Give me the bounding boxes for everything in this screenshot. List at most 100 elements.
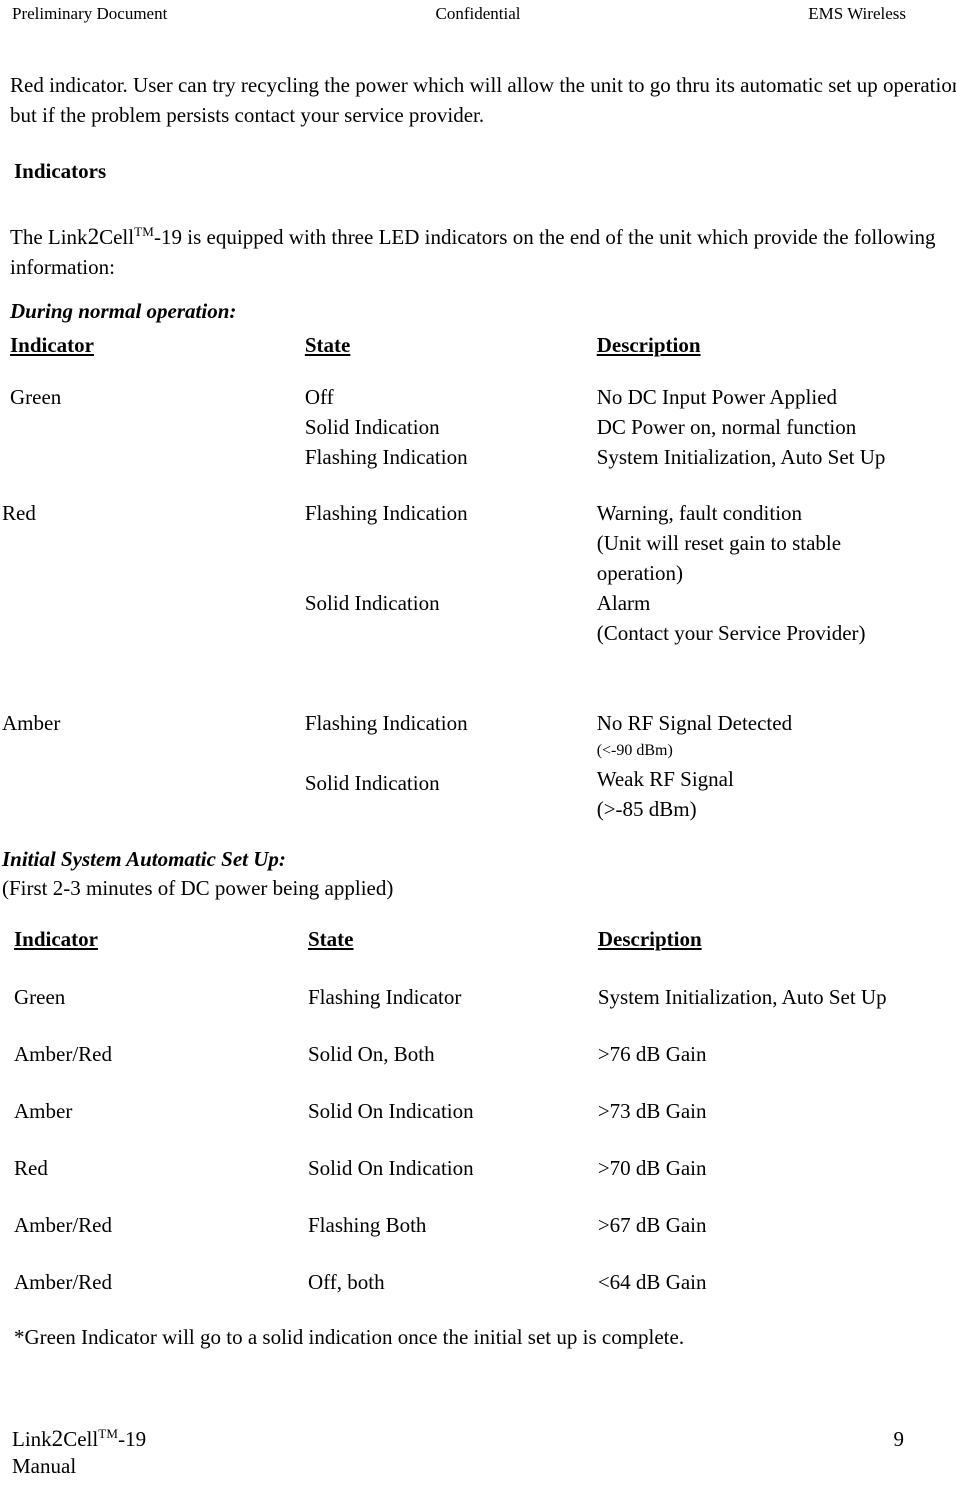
cell-indicator: Red — [2, 501, 36, 525]
cell-description: >73 dB Gain — [597, 1099, 707, 1123]
column-header-description: Description — [596, 333, 701, 357]
indicators-heading: Indicators — [14, 159, 107, 183]
running-header: Preliminary Document Confidential EMS Wi… — [0, 2, 956, 30]
table-row: Amber/Red Flashing Both >67 dB Gain — [0, 1210, 956, 1240]
state-line — [305, 528, 597, 558]
section2-subtitle: (First 2-3 minutes of DC power being app… — [2, 876, 394, 900]
intro-paragraph: Red indicator. User can try recycling th… — [10, 73, 956, 127]
cell-state: Flashing Indication Solid Indication — [305, 708, 597, 828]
state-line: Solid Indication — [304, 591, 440, 615]
equipped-paragraph: The Link2CellTM-19 is equipped with thre… — [10, 217, 956, 282]
table-spacer-row — [0, 1012, 956, 1039]
normal-operation-table: Indicator State Description Green Off So… — [0, 330, 956, 828]
trademark-symbol: TM — [134, 224, 155, 239]
initial-setup-table: Indicator State Description Green Flashi… — [0, 924, 956, 1297]
footer-product-post: -19 — [118, 1427, 147, 1451]
description-line: Weak RF Signal — [596, 767, 734, 791]
state-line: Off — [304, 385, 334, 409]
cell-indicator: Amber — [2, 711, 61, 735]
footer-manual-label: Manual — [12, 1454, 77, 1478]
state-line — [305, 798, 597, 828]
cell-state: Off, both — [307, 1270, 385, 1294]
cell-indicator: Amber — [14, 1099, 73, 1123]
state-line: Solid Indication — [304, 771, 440, 795]
cell-state: Solid On, Both — [307, 1042, 435, 1066]
cell-description: >70 dB Gain — [597, 1156, 707, 1180]
table-row: Green Flashing Indicator System Initiali… — [0, 982, 956, 1012]
table-spacer-row — [0, 1183, 956, 1210]
cell-description: >67 dB Gain — [597, 1213, 707, 1237]
cell-description: >76 dB Gain — [597, 1042, 707, 1066]
column-header-state: State — [304, 333, 351, 357]
section2-title: Initial System Automatic Set Up: — [2, 847, 286, 871]
cell-indicator: Green — [14, 985, 66, 1009]
table-row: Amber/Red Off, both <64 dB Gain — [0, 1267, 956, 1297]
table-spacer-row — [0, 1240, 956, 1267]
description-line: No DC Input Power Applied — [596, 385, 838, 409]
page-number: 9 — [893, 1427, 905, 1451]
state-line — [305, 558, 597, 588]
table-row: Red Solid On Indication >70 dB Gain — [0, 1153, 956, 1183]
section2-title-block: Initial System Automatic Set Up: (First … — [0, 845, 956, 903]
footnote-text: *Green Indicator will go to a solid indi… — [14, 1325, 685, 1349]
table-spacer-row — [0, 472, 956, 498]
cell-state: Flashing Indicator — [307, 985, 462, 1009]
state-line — [305, 738, 597, 768]
state-line — [305, 618, 597, 648]
indicators-heading-block: Indicators — [0, 157, 956, 185]
cell-indicator: Amber/Red — [14, 1270, 112, 1294]
column-header-indicator: Indicator — [14, 927, 98, 951]
column-header-state: State — [307, 927, 354, 951]
footer-product-line: Link2CellTM-19 Manual — [12, 1420, 146, 1480]
table-spacer-row — [0, 1069, 956, 1096]
cell-description: System Initialization, Auto Set Up — [597, 985, 887, 1009]
description-line: Alarm — [596, 591, 651, 615]
table-spacer-row — [0, 954, 956, 982]
table-row: Red Flashing Indication Solid Indication… — [0, 498, 956, 648]
state-line: Solid Indication — [304, 415, 440, 439]
equipped-two: 2 — [87, 223, 100, 249]
state-line: Flashing Indication — [304, 445, 468, 469]
cell-description: No RF Signal Detected (<-90 dBm) Weak RF… — [597, 708, 956, 828]
description-line: (Contact your Service Provider) — [596, 621, 866, 645]
column-header-indicator: Indicator — [10, 333, 94, 357]
footnote-block: *Green Indicator will go to a solid indi… — [0, 1322, 956, 1352]
description-line: Warning, fault condition — [596, 501, 803, 525]
footer-product-two: 2 — [51, 1425, 64, 1451]
cell-state: Solid On Indication — [307, 1099, 474, 1123]
equipped-cell: Cell — [99, 225, 135, 249]
description-line-small: (<-90 dBm) — [596, 742, 673, 759]
header-right-text: EMS Wireless — [808, 4, 906, 23]
description-line: operation) — [596, 561, 683, 585]
cell-state: Solid On Indication — [307, 1156, 474, 1180]
cell-description: <64 dB Gain — [597, 1270, 707, 1294]
cell-state: Off Solid Indication Flashing Indication — [305, 382, 597, 472]
table-spacer-row — [0, 1126, 956, 1153]
cell-indicator: Green — [10, 385, 62, 409]
description-line: DC Power on, normal function — [596, 415, 857, 439]
intro-paragraph-block: Red indicator. User can try recycling th… — [0, 70, 956, 130]
footer-product-cell: Cell — [63, 1427, 99, 1451]
table-spacer-row — [0, 360, 956, 382]
table-header-row: Indicator State Description — [0, 924, 956, 954]
trademark-symbol: TM — [98, 1426, 119, 1441]
description-line: (Unit will reset gain to stable — [596, 531, 842, 555]
table-header-row: Indicator State Description — [0, 330, 956, 360]
section1-title-block: During normal operation: — [0, 297, 956, 325]
column-header-description: Description — [597, 927, 702, 951]
equipped-pre: The Link — [10, 225, 88, 249]
footer-product-pre: Link — [12, 1427, 52, 1451]
table-row: Amber Flashing Indication Solid Indicati… — [0, 708, 956, 828]
equipped-paragraph-block: The Link2CellTM-19 is equipped with thre… — [0, 217, 956, 282]
description-line: System Initialization, Auto Set Up — [596, 445, 886, 469]
cell-indicator: Amber/Red — [14, 1213, 112, 1237]
cell-indicator: Amber/Red — [14, 1042, 112, 1066]
table-row: Green Off Solid Indication Flashing Indi… — [0, 382, 956, 472]
table-row: Amber Solid On Indication >73 dB Gain — [0, 1096, 956, 1126]
section1-title: During normal operation: — [10, 299, 237, 323]
table-row: Amber/Red Solid On, Both >76 dB Gain — [0, 1039, 956, 1069]
state-line: Flashing Indication — [304, 711, 468, 735]
table-spacer-row — [0, 648, 956, 708]
description-line: (>-85 dBm) — [596, 797, 697, 821]
document-page: Preliminary Document Confidential EMS Wi… — [0, 0, 956, 1490]
